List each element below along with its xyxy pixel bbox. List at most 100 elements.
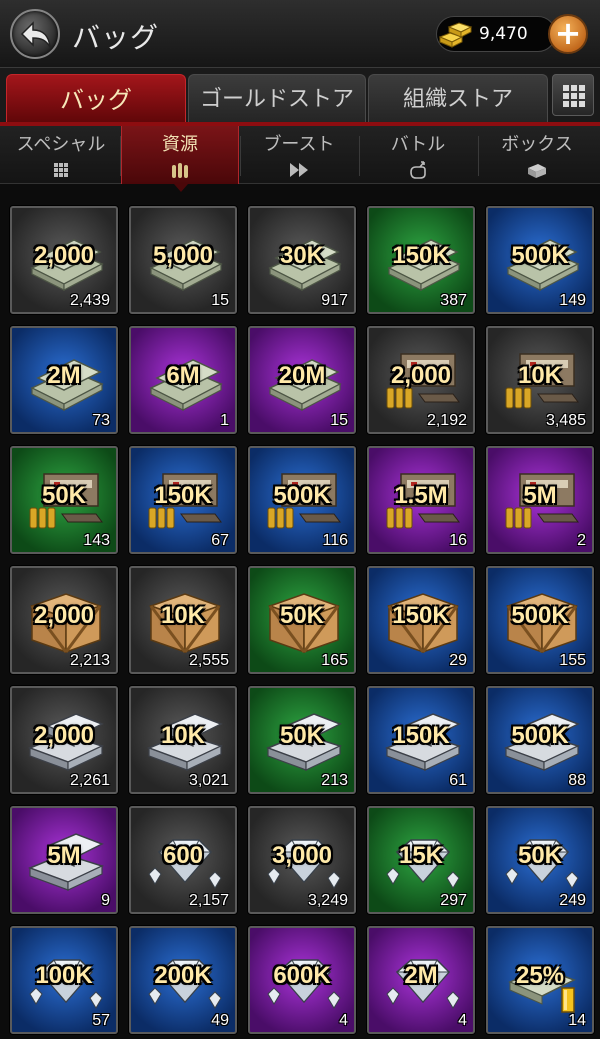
item-amount: 2,000: [33, 722, 95, 749]
subtab-label: ブースト: [263, 134, 335, 155]
item-slot[interactable]: 50K 249: [486, 806, 594, 914]
gold-amount: 9,470: [479, 24, 528, 44]
item-amount: 30K: [279, 242, 325, 269]
item-count: 2,555: [188, 652, 229, 669]
item-amount: 150K: [392, 722, 450, 749]
subtab-boost[interactable]: ブースト: [240, 126, 358, 184]
main-tab-bar: バッグ ゴールドストア 組織ストア: [0, 68, 600, 124]
item-slot[interactable]: 150K 67: [129, 446, 237, 554]
item-slot[interactable]: 10K 2,555: [129, 566, 237, 674]
item-slot[interactable]: 600 2,157: [129, 806, 237, 914]
item-count: 2,192: [426, 412, 467, 429]
item-slot[interactable]: 600K 4: [248, 926, 356, 1034]
item-slot[interactable]: 50K 213: [248, 686, 356, 794]
box-icon: [528, 164, 546, 178]
page-title: バッグ: [72, 21, 160, 54]
item-count: 213: [321, 772, 348, 789]
back-button[interactable]: [10, 9, 60, 59]
category-tab-bar: スペシャル 資源 ブースト バトル ボックス: [0, 126, 600, 192]
item-slot[interactable]: 150K 29: [367, 566, 475, 674]
item-count: 2,213: [69, 652, 110, 669]
item-slot[interactable]: 15K 297: [367, 806, 475, 914]
item-slot[interactable]: 3,000 3,249: [248, 806, 356, 914]
subtab-label: スペシャル: [16, 134, 106, 155]
item-count: 165: [321, 652, 348, 669]
item-slot[interactable]: 25% 14: [486, 926, 594, 1034]
subtab-battle[interactable]: バトル: [359, 126, 477, 184]
item-amount: 50K: [41, 482, 87, 509]
item-slot[interactable]: 2,000 2,439: [10, 206, 118, 314]
item-slot[interactable]: 10K 3,021: [129, 686, 237, 794]
item-amount: 150K: [392, 602, 450, 629]
item-slot[interactable]: 50K 165: [248, 566, 356, 674]
item-slot[interactable]: 6M 1: [129, 326, 237, 434]
item-slot[interactable]: 50K 143: [10, 446, 118, 554]
item-amount: 10K: [160, 602, 206, 629]
item-count: 4: [339, 1012, 348, 1029]
item-count: 2,157: [188, 892, 229, 909]
item-slot[interactable]: 100K 57: [10, 926, 118, 1034]
item-amount: 500K: [511, 602, 569, 629]
item-count: 2: [577, 532, 586, 549]
subtab-box[interactable]: ボックス: [478, 126, 596, 184]
item-count: 297: [440, 892, 467, 909]
subtab-resources[interactable]: 資源: [121, 126, 239, 192]
item-slot[interactable]: 10K 3,485: [486, 326, 594, 434]
item-amount: 2,000: [33, 242, 95, 269]
item-slot[interactable]: 20M 15: [248, 326, 356, 434]
item-amount: 2M: [404, 962, 438, 989]
item-slot[interactable]: 2M 4: [367, 926, 475, 1034]
item-amount: 600: [162, 842, 204, 869]
tab-bag[interactable]: バッグ: [6, 74, 186, 124]
item-amount: 10K: [517, 362, 563, 389]
item-slot[interactable]: 2,000 2,192: [367, 326, 475, 434]
item-slot[interactable]: 2,000 2,261: [10, 686, 118, 794]
item-amount: 2,000: [390, 362, 452, 389]
item-amount: 10K: [160, 722, 206, 749]
item-amount: 2,000: [33, 602, 95, 629]
item-amount: 25%: [515, 962, 565, 989]
item-amount: 6M: [166, 362, 200, 389]
item-count: 155: [559, 652, 586, 669]
item-amount: 15K: [398, 842, 444, 869]
tab-organization-store[interactable]: 組織ストア: [368, 74, 548, 124]
item-amount: 5M: [47, 842, 81, 869]
item-slot[interactable]: 200K 49: [129, 926, 237, 1034]
item-slot[interactable]: 5M 2: [486, 446, 594, 554]
item-amount: 50K: [279, 602, 325, 629]
item-slot[interactable]: 2M 73: [10, 326, 118, 434]
item-count: 3,021: [188, 772, 229, 789]
add-gold-button[interactable]: +: [548, 14, 588, 54]
item-slot[interactable]: 2,000 2,213: [10, 566, 118, 674]
grid-icon: [54, 163, 68, 177]
item-count: 14: [568, 1012, 586, 1029]
item-slot[interactable]: 500K 88: [486, 686, 594, 794]
item-count: 116: [322, 532, 348, 549]
item-slot[interactable]: 5M 9: [10, 806, 118, 914]
subtab-label: バトル: [390, 134, 446, 155]
item-count: 73: [92, 412, 110, 429]
item-count: 149: [559, 292, 586, 309]
item-slot[interactable]: 500K 155: [486, 566, 594, 674]
item-slot[interactable]: 5,000 15: [129, 206, 237, 314]
fist-icon: [410, 161, 426, 179]
item-slot[interactable]: 500K 149: [486, 206, 594, 314]
item-count: 15: [330, 412, 348, 429]
ammo-icon: [172, 163, 188, 178]
item-count: 917: [321, 292, 348, 309]
fast-forward-icon: [290, 163, 308, 177]
tab-gold-store[interactable]: ゴールドストア: [188, 74, 366, 124]
item-count: 2,439: [69, 292, 110, 309]
item-slot[interactable]: 500K 116: [248, 446, 356, 554]
grid-view-button[interactable]: [552, 74, 594, 116]
item-slot[interactable]: 1.5M 16: [367, 446, 475, 554]
item-amount: 3,000: [271, 842, 333, 869]
item-amount: 500K: [511, 722, 569, 749]
item-slot[interactable]: 150K 61: [367, 686, 475, 794]
item-slot[interactable]: 30K 917: [248, 206, 356, 314]
item-count: 88: [568, 772, 586, 789]
top-bar: バッグ 9,470 +: [0, 0, 600, 68]
item-count: 61: [449, 772, 467, 789]
subtab-special[interactable]: スペシャル: [2, 126, 120, 184]
item-slot[interactable]: 150K 387: [367, 206, 475, 314]
